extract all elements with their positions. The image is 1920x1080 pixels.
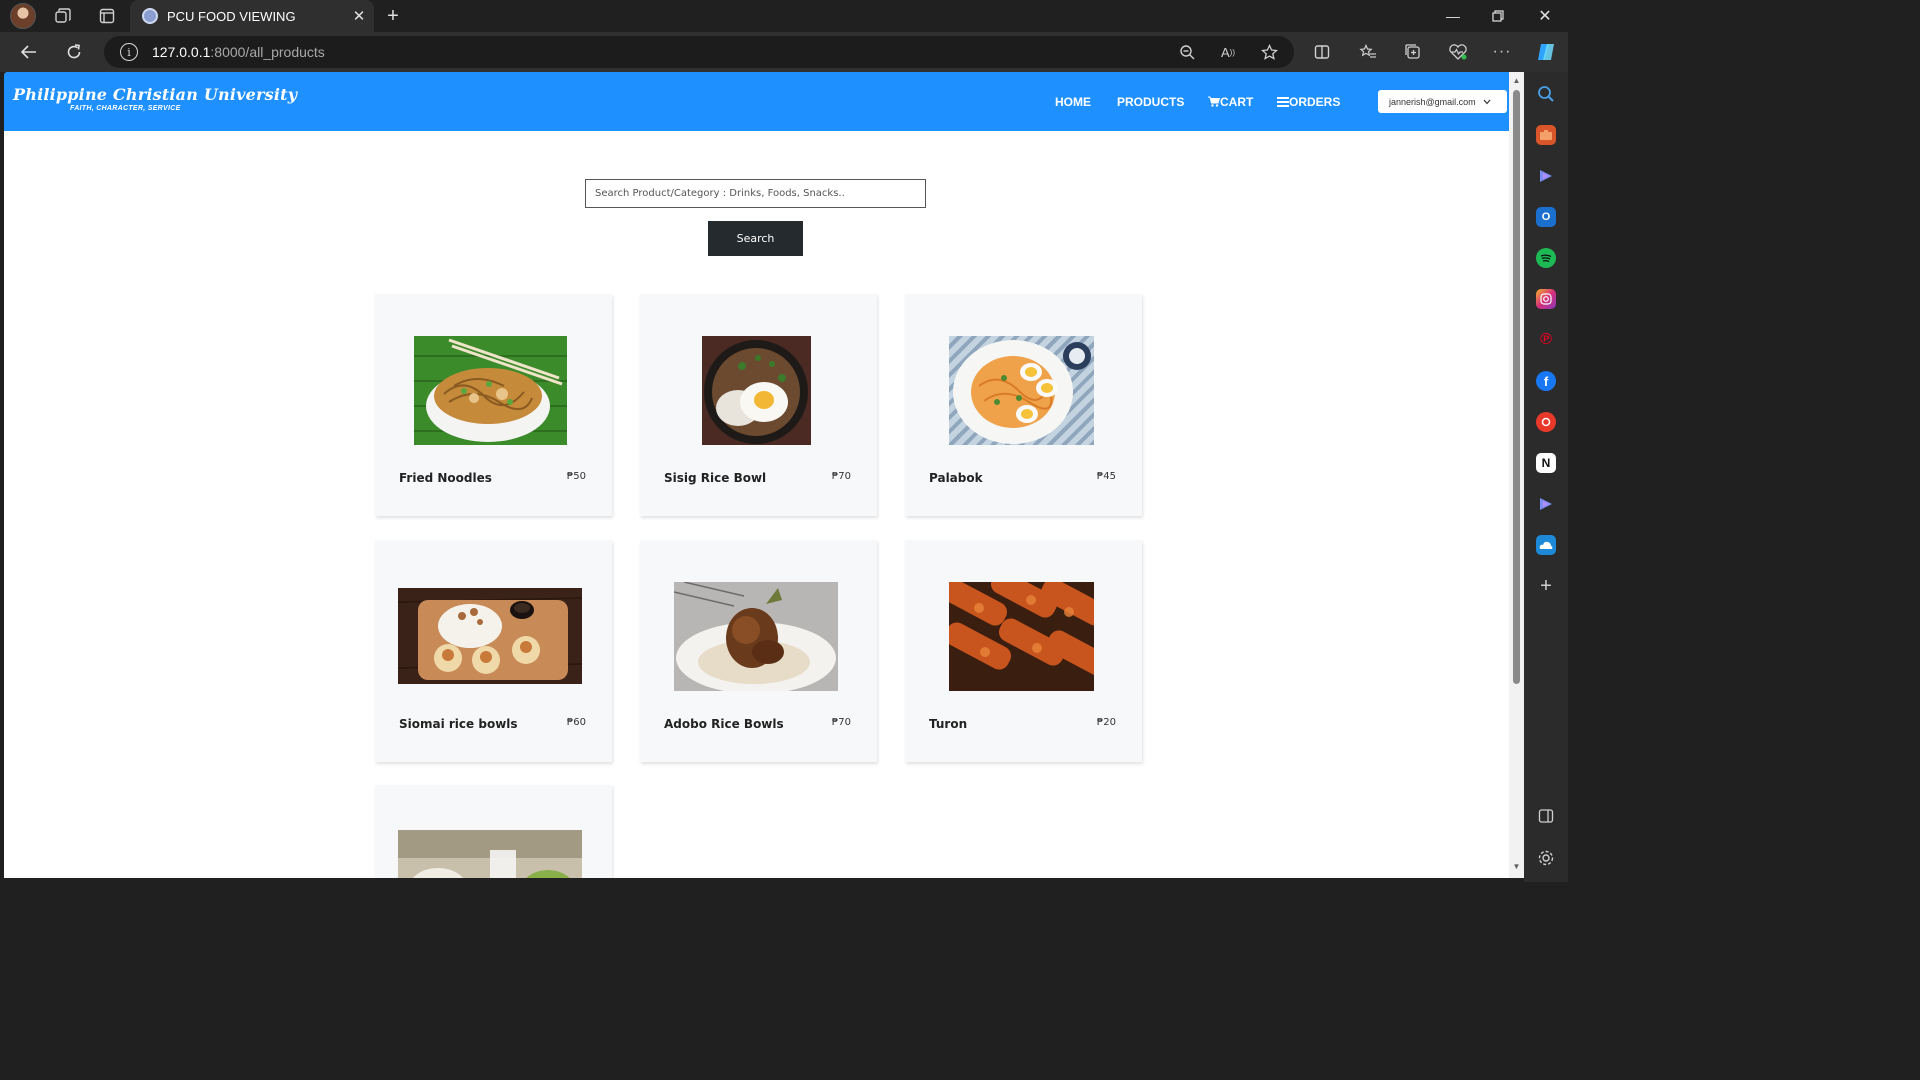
- restore-window-icon[interactable]: [1486, 4, 1510, 28]
- workspaces-icon[interactable]: [52, 6, 74, 26]
- nav-orders-link[interactable]: ORDERS: [1277, 72, 1340, 131]
- product-price: ₱60: [566, 717, 586, 728]
- product-card[interactable]: Siomai rice bowls ₱60: [375, 540, 612, 762]
- product-card[interactable]: Turon ₱20: [905, 540, 1142, 762]
- search-button[interactable]: Search: [708, 221, 803, 256]
- brand-tagline: FAITH, CHARACTER, SERVICE: [70, 105, 181, 112]
- favorites-icon[interactable]: [1357, 42, 1379, 62]
- new-tab-plus-icon[interactable]: +: [382, 4, 404, 28]
- product-name: Siomai rice bowls: [399, 717, 518, 731]
- product-card[interactable]: Fried Noodles ₱50: [375, 294, 612, 516]
- sidebar-pinterest-icon[interactable]: ℗: [1536, 330, 1556, 350]
- edge-sidebar: O ℗ f N +: [1524, 72, 1568, 882]
- sidebar-facebook-icon[interactable]: f: [1536, 371, 1556, 391]
- refresh-icon[interactable]: [61, 40, 87, 64]
- site-info-icon[interactable]: i: [120, 43, 138, 61]
- more-options-icon[interactable]: ···: [1491, 42, 1513, 62]
- sidebar-copilot-2-icon[interactable]: [1536, 494, 1556, 514]
- product-price: ₱70: [831, 717, 851, 728]
- brand-logo[interactable]: Philippine Christian University FAITH, C…: [13, 85, 297, 112]
- palabok-image: [949, 336, 1094, 445]
- zoom-icon[interactable]: [1176, 42, 1198, 62]
- sidebar-opera-icon[interactable]: [1536, 412, 1556, 432]
- turon-image: [949, 582, 1094, 691]
- adobo-rice-bowls-image: [674, 582, 838, 691]
- url-host: 127.0.0.1: [152, 44, 211, 60]
- product-price: ₱45: [1096, 471, 1116, 482]
- scroll-up-arrow-icon[interactable]: ▲: [1512, 76, 1521, 85]
- sidebar-outlook-icon[interactable]: O: [1536, 207, 1556, 227]
- sidebar-hide-panel-icon[interactable]: [1536, 806, 1556, 826]
- sisig-rice-bowl-image: [702, 336, 811, 445]
- sidebar-copilot-icon[interactable]: [1536, 166, 1556, 186]
- address-bar[interactable]: i 127.0.0.1:8000/all_products A)): [104, 36, 1294, 68]
- product-price: ₱50: [566, 471, 586, 482]
- search-input[interactable]: [585, 179, 926, 208]
- product-price: ₱70: [831, 471, 851, 482]
- user-email: jannerish@gmail.com: [1389, 96, 1476, 107]
- split-screen-icon[interactable]: [1311, 42, 1333, 62]
- active-tab[interactable]: PCU FOOD VIEWING ✕: [130, 0, 374, 32]
- url-path: :8000/all_products: [210, 44, 325, 60]
- site-header: Philippine Christian University FAITH, C…: [4, 72, 1509, 131]
- collections-icon[interactable]: [1402, 42, 1424, 62]
- product-image: [398, 830, 582, 878]
- product-name: Turon: [929, 717, 968, 731]
- product-card[interactable]: [375, 785, 612, 878]
- nav-products-link[interactable]: PRODUCTS: [1117, 72, 1184, 131]
- sidebar-notion-icon[interactable]: N: [1536, 453, 1556, 473]
- tab-title: PCU FOOD VIEWING: [167, 8, 296, 24]
- product-card[interactable]: Sisig Rice Bowl ₱70: [640, 294, 877, 516]
- sidebar-search-icon[interactable]: [1536, 84, 1556, 104]
- close-window-icon[interactable]: ✕: [1533, 4, 1557, 28]
- minimize-window-icon[interactable]: —: [1441, 4, 1465, 28]
- browser-essentials-icon[interactable]: [1447, 42, 1469, 62]
- close-tab-icon[interactable]: ✕: [344, 7, 374, 25]
- product-name: Sisig Rice Bowl: [664, 471, 767, 485]
- browser-tab-bar: PCU FOOD VIEWING ✕ + — ✕: [0, 0, 1568, 32]
- page-scrollbar[interactable]: ▲ ▼: [1509, 72, 1524, 878]
- product-name: Fried Noodles: [399, 471, 492, 485]
- product-name: Adobo Rice Bowls: [664, 717, 784, 731]
- favorite-star-icon[interactable]: [1258, 42, 1280, 62]
- page-viewport: Philippine Christian University FAITH, C…: [4, 72, 1509, 878]
- product-card[interactable]: Palabok ₱45: [905, 294, 1142, 516]
- product-card[interactable]: Adobo Rice Bowls ₱70: [640, 540, 877, 762]
- sidebar-onedrive-icon[interactable]: [1536, 535, 1556, 555]
- user-account-dropdown[interactable]: jannerish@gmail.com: [1378, 90, 1507, 113]
- sidebar-settings-gear-icon[interactable]: [1536, 848, 1556, 868]
- sidebar-spotify-icon[interactable]: [1536, 248, 1556, 268]
- read-aloud-icon[interactable]: A)): [1217, 42, 1239, 62]
- tab-actions-icon[interactable]: [96, 6, 118, 26]
- scrollbar-thumb[interactable]: [1513, 90, 1520, 684]
- chevron-down-icon: [1483, 97, 1491, 107]
- brand-name: Philippine Christian University: [13, 85, 298, 104]
- copilot-icon[interactable]: [1534, 40, 1558, 64]
- browser-toolbar: i 127.0.0.1:8000/all_products A)) ···: [0, 32, 1568, 72]
- sidebar-add-plus-icon[interactable]: +: [1536, 575, 1556, 597]
- sidebar-tools-icon[interactable]: [1536, 125, 1556, 145]
- nav-home-label: HOME: [1055, 94, 1091, 109]
- cart-icon: [1208, 96, 1220, 107]
- siomai-rice-bowls-image: [398, 588, 582, 684]
- nav-home-link[interactable]: HOME: [1055, 72, 1091, 131]
- nav-cart-label: CART: [1220, 94, 1254, 109]
- nav-orders-label: ORDERS: [1289, 94, 1341, 109]
- back-arrow-icon[interactable]: [16, 40, 42, 64]
- sidebar-instagram-icon[interactable]: [1536, 289, 1556, 309]
- nav-products-label: PRODUCTS: [1117, 94, 1185, 109]
- scroll-down-arrow-icon[interactable]: ▼: [1512, 862, 1521, 871]
- product-price: ₱20: [1096, 717, 1116, 728]
- profile-avatar-icon[interactable]: [10, 3, 36, 29]
- nav-cart-link[interactable]: CART: [1208, 72, 1253, 131]
- product-name: Palabok: [929, 471, 983, 485]
- site-favicon-icon: [142, 8, 158, 24]
- fried-noodles-image: [414, 336, 567, 445]
- orders-list-icon: [1277, 96, 1289, 107]
